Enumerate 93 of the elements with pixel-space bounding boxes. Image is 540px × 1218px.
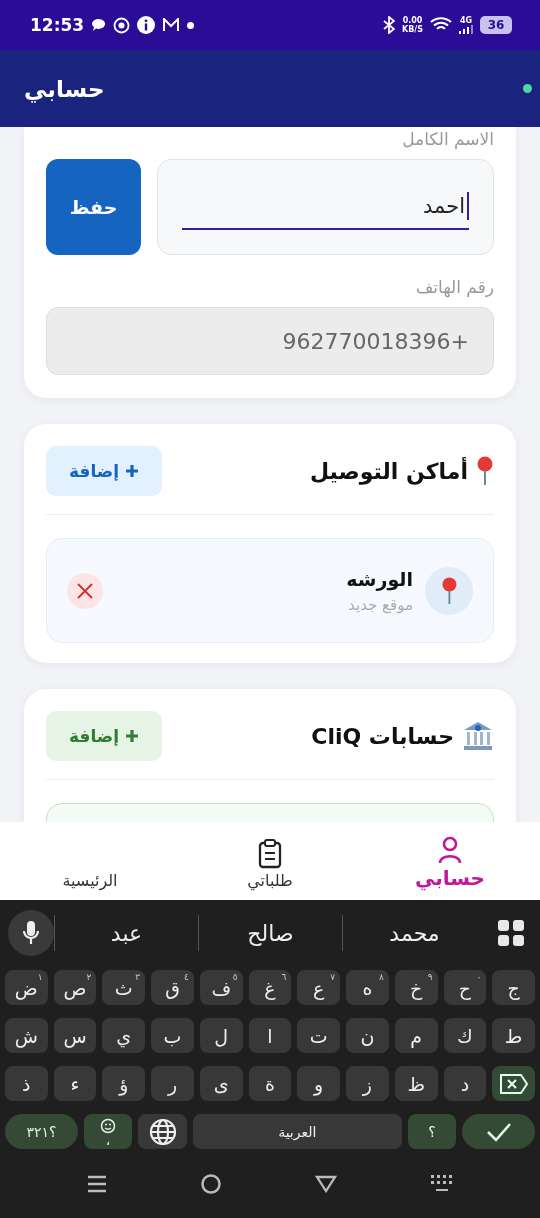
emoji-key[interactable]: ، [83, 1114, 133, 1149]
bluetooth-icon [383, 16, 395, 34]
keyboard-key[interactable]: ء [53, 1066, 97, 1101]
keyboard-key[interactable]: ى [199, 1066, 243, 1101]
network-type: 4G [459, 16, 473, 25]
keyboard-icon [429, 1173, 454, 1194]
keyboard-key[interactable]: ح ٠ [443, 970, 487, 1005]
nav-tab[interactable]: الرئيسية [0, 822, 180, 900]
clock: 12:53 [30, 15, 85, 35]
person-icon [437, 836, 463, 864]
key-hint: ٢ [86, 972, 92, 982]
field-label: رقم الهاتف [414, 277, 494, 297]
backspace-icon [498, 1072, 529, 1095]
keyboard-key[interactable]: غ ٦ [248, 970, 292, 1005]
keyboard-key[interactable]: ط [492, 1018, 535, 1053]
keyboard-key[interactable]: م [394, 1018, 438, 1053]
keyboard-key[interactable]: ذ [4, 1066, 48, 1101]
suggestion[interactable]: عبد [54, 915, 198, 951]
microphone-icon [22, 920, 40, 946]
keyboard-key[interactable]: ل [199, 1018, 243, 1053]
pin-icon [440, 576, 458, 605]
nav-tab[interactable]: حسابي [360, 822, 540, 900]
section-title: حسابات CliQ [311, 723, 454, 749]
smiley-icon [100, 1117, 117, 1134]
globe-icon [147, 1116, 178, 1147]
add-button[interactable]: إضافة [46, 446, 162, 496]
keyboard-key[interactable]: س [53, 1018, 97, 1053]
page-title: حسابي [24, 75, 105, 102]
location-name: الورشه [345, 567, 413, 590]
backspace-key[interactable] [492, 1066, 535, 1101]
symbols-key[interactable]: ؟٣٢١ [5, 1114, 78, 1149]
plus-icon [125, 729, 140, 743]
keyboard-key[interactable]: و [297, 1066, 341, 1101]
speed-unit: KB/S [402, 25, 423, 34]
signal-icon [459, 25, 473, 34]
space-key[interactable]: العربية [192, 1114, 402, 1149]
nav-tab[interactable]: طلباتي [180, 822, 360, 900]
keyboard-key[interactable]: د [443, 1066, 487, 1101]
microphone-button[interactable] [8, 910, 54, 956]
key-hint: ٥ [232, 972, 238, 982]
add-button[interactable]: إضافة [46, 711, 162, 761]
keyboard-key[interactable]: ر [151, 1066, 194, 1101]
save-button[interactable]: حفظ [46, 159, 141, 255]
battery-level: 36 [480, 16, 512, 34]
info-icon [137, 16, 156, 34]
suggestion[interactable]: صالح [198, 915, 342, 951]
keyboard-key[interactable]: ي [102, 1018, 146, 1053]
bank-icon [462, 720, 494, 752]
keyboard-key[interactable]: ظ [394, 1066, 438, 1101]
enter-key[interactable] [462, 1114, 535, 1149]
key-hint: ٨ [378, 972, 384, 982]
keyboard-key[interactable]: ق ٤ [151, 970, 194, 1005]
keyboard-key[interactable]: ب [151, 1018, 194, 1053]
key-hint: ٦ [281, 972, 287, 982]
keyboard-key[interactable]: ز [346, 1066, 389, 1101]
section-title: أماكن التوصيل [309, 458, 468, 484]
mail-icon [162, 18, 181, 32]
pin-icon [476, 456, 494, 486]
apps-grid-icon [496, 918, 526, 948]
speed-value: 0.00 [402, 16, 423, 25]
keyboard-key[interactable]: ج [492, 970, 535, 1005]
clipboard-icon [258, 839, 282, 869]
menu-icon [86, 1173, 107, 1194]
keyboard-key[interactable]: ش [4, 1018, 48, 1053]
keyboard-key[interactable]: خ ٩ [394, 970, 438, 1005]
key-hint: ٧ [330, 972, 336, 982]
delete-button[interactable] [67, 572, 103, 609]
key-hint: ٤ [184, 972, 189, 982]
close-icon [76, 581, 94, 600]
dot-icon [187, 21, 195, 29]
keyboard-key[interactable]: ؟ [407, 1114, 457, 1149]
home-icon [199, 1172, 222, 1195]
back-icon [314, 1174, 337, 1193]
keyboard-key[interactable]: ت [297, 1018, 341, 1053]
location-item[interactable]: الورشه موقع جديد [46, 538, 494, 643]
plus-icon [125, 464, 140, 478]
key-hint: ٠ [476, 972, 482, 982]
keyboard-key[interactable]: ؤ [102, 1066, 146, 1101]
keyboard-key[interactable]: ة [248, 1066, 292, 1101]
key-hint: ٣ [135, 972, 141, 982]
name-field[interactable]: احمد [157, 159, 494, 255]
key-hint: ٩ [427, 972, 433, 982]
keyboard-key[interactable]: ا [248, 1018, 292, 1053]
keyboard-key[interactable]: ك [443, 1018, 487, 1053]
field-label: الاسم الكامل [401, 129, 494, 149]
location-subtitle: موقع جديد [347, 595, 413, 614]
globe-key[interactable] [138, 1114, 187, 1149]
keyboard-key[interactable]: ن [346, 1018, 389, 1053]
chat-icon [91, 18, 107, 32]
key-hint: ١ [37, 972, 43, 982]
suggestion[interactable]: محمد [342, 915, 486, 951]
keyboard-key[interactable]: ه ٨ [346, 970, 389, 1005]
keyboard-key[interactable]: ع ٧ [297, 970, 341, 1005]
